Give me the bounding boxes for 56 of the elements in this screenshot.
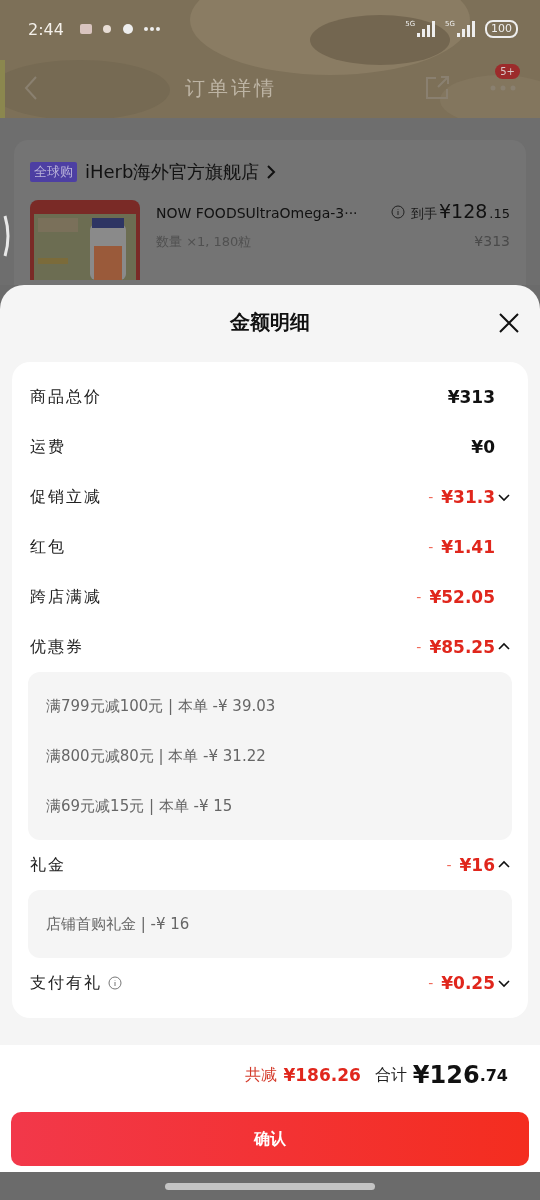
global-tag: 全球购 — [30, 162, 77, 182]
signal-icon — [417, 21, 436, 37]
saved-label: 共减 — [245, 1064, 278, 1086]
chevron-down-icon[interactable] — [498, 977, 510, 989]
close-icon[interactable] — [498, 312, 520, 334]
more-notifications-icon — [143, 27, 160, 31]
amount-label: 优惠券 — [30, 636, 84, 658]
amount-label: 礼金 — [30, 854, 66, 876]
amount-value: ¥313 — [447, 387, 495, 407]
amount-label: 支付有礼 — [30, 972, 102, 994]
amount-label: 运费 — [30, 436, 66, 458]
final-price: ¥128 — [438, 200, 488, 222]
amount-value: ¥85.25 — [429, 637, 495, 657]
detail-text: 满799元减100元 | 本单 -¥ 39.03 — [46, 696, 276, 716]
product-title: NOW FOODSUltraOmega-3··· — [156, 205, 358, 221]
confirm-button[interactable]: 确认 — [11, 1112, 529, 1166]
total-decimal: .74 — [479, 1065, 508, 1085]
amount-label: 红包 — [30, 536, 66, 558]
price-decimal: .15 — [489, 206, 510, 221]
minus-sign: - — [416, 639, 422, 655]
sheet-title: 金额明细 — [230, 309, 310, 336]
amount-value: ¥16 — [459, 855, 495, 875]
info-icon[interactable] — [390, 204, 405, 219]
amount-value: ¥31.3 — [441, 487, 495, 507]
edge-handle-icon[interactable] — [2, 214, 12, 258]
notification-icon — [79, 24, 92, 34]
chevron-down-icon[interactable] — [498, 491, 510, 503]
minus-sign: - — [446, 857, 452, 873]
total-amount: ¥126 — [412, 1061, 480, 1089]
amount-value: ¥52.05 — [429, 587, 495, 607]
detail-text: 满69元减15元 | 本单 -¥ 15 — [46, 796, 233, 816]
total-label: 合计 — [374, 1064, 407, 1086]
minus-sign: - — [428, 539, 434, 555]
minus-sign: - — [416, 589, 422, 605]
saved-amount: ¥186.26 — [283, 1065, 361, 1085]
amount-value: ¥1.41 — [441, 537, 495, 557]
amount-value: ¥0.25 — [441, 973, 495, 993]
amount-label: 商品总价 — [30, 386, 102, 408]
notification-icon — [101, 24, 112, 34]
minus-sign: - — [428, 975, 434, 991]
status-time: 2:44 — [28, 19, 64, 39]
amount-label: 跨店满减 — [30, 586, 102, 608]
amount-value: ¥0 — [471, 437, 495, 457]
amount-label: 促销立减 — [30, 486, 102, 508]
detail-text: 店铺首购礼金 | -¥ 16 — [46, 914, 190, 934]
price-label: 到手 — [410, 205, 437, 223]
minus-sign: - — [428, 489, 434, 505]
store-name[interactable]: iHerb海外官方旗舰店 — [85, 160, 260, 184]
battery-icon: 100 — [485, 20, 518, 38]
detail-text: 满800元减80元 | 本单 -¥ 31.22 — [46, 746, 266, 766]
info-icon[interactable] — [108, 976, 122, 990]
notification-icon — [121, 23, 134, 35]
chevron-right-icon[interactable] — [267, 165, 277, 179]
page-title: 订单详情 — [184, 74, 278, 102]
home-indicator[interactable] — [165, 1182, 375, 1190]
signal-icon — [457, 21, 475, 37]
